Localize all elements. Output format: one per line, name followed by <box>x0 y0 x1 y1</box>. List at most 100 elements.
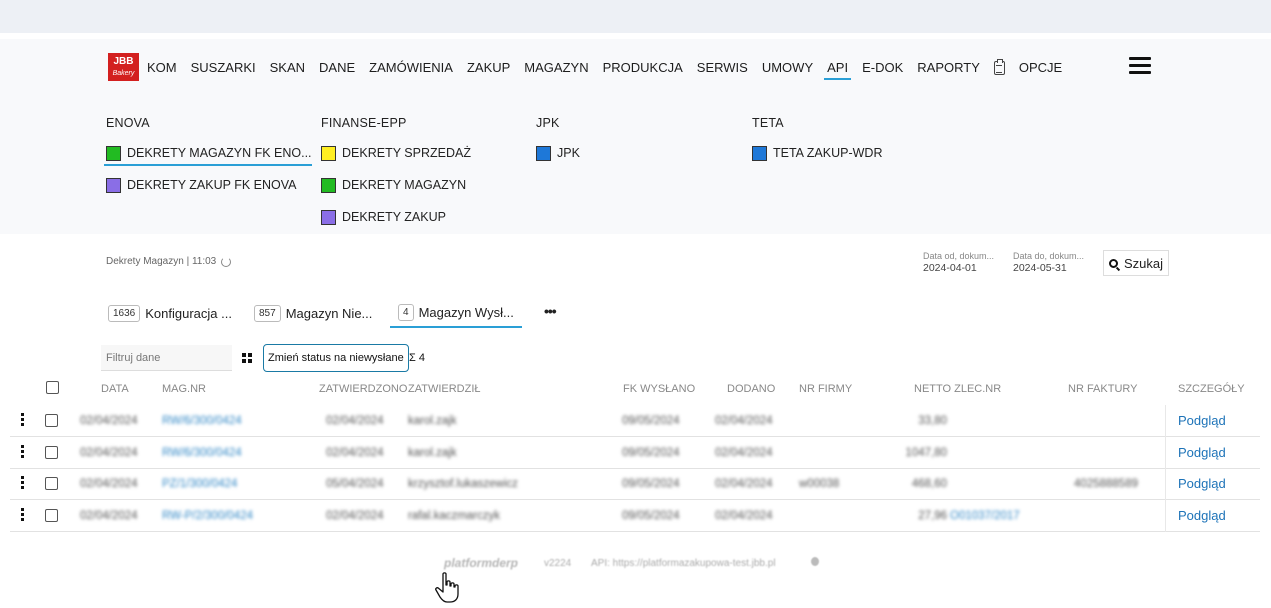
nav-item-suszarki[interactable]: SUSZARKI <box>191 60 256 75</box>
row-checkbox[interactable] <box>45 414 58 427</box>
submenu-column-enova: ENOVA DEKRETY MAGAZYN FK ENO... DEKRETY ZA… <box>104 116 312 208</box>
column-header-zatwierdzono[interactable]: ZATWIERDZONO <box>319 383 407 395</box>
date-from-field[interactable]: Data od, dokum... 2024-04-01 <box>923 250 994 274</box>
row-checkbox[interactable] <box>45 445 58 459</box>
browser-top-strip <box>0 0 1271 33</box>
cell-dodano: 02/04/2024 <box>715 509 773 522</box>
submenu-item-label: DEKRETY MAGAZYN <box>342 178 467 192</box>
detail-cell: Podgląd <box>1165 436 1260 469</box>
submenu-item[interactable]: TETA ZAKUP-WDR <box>752 144 883 162</box>
cell-zatwierdzono: 02/04/2024 <box>326 509 384 522</box>
jbb-logo[interactable]: JBB Bakery <box>108 53 139 81</box>
detail-cell: Podgląd <box>1165 405 1260 437</box>
cell-data: 02/04/2024 <box>80 415 138 427</box>
row-actions-kebab-icon[interactable] <box>21 444 24 460</box>
column-header-zatwierdzil[interactable]: ZATWIERDZIŁ <box>408 383 481 395</box>
nav-item-zam-wienia[interactable]: ZAMÓWIENIA <box>369 60 453 75</box>
clipboard-icon[interactable] <box>993 58 1005 75</box>
preview-link[interactable]: Podgląd <box>1178 476 1226 491</box>
cell-nr-faktury: 4025888589 <box>1074 478 1138 490</box>
row-checkbox[interactable] <box>45 508 58 522</box>
submenu-column-teta: TETA TETA ZAKUP-WDR <box>752 116 883 176</box>
nav-item-umowy[interactable]: UMOWY <box>762 60 813 75</box>
cell-zlec-nr[interactable]: O01037/2017 <box>950 510 1020 522</box>
change-status-button[interactable]: Zmień status na niewysłane <box>263 344 409 372</box>
nav-item-e-dok[interactable]: E-DOK <box>862 60 903 75</box>
tab-count-badge: 857 <box>254 304 281 322</box>
nav-item-serwis[interactable]: SERWIS <box>697 60 748 75</box>
nav-item-magazyn[interactable]: MAGAZYN <box>524 60 588 75</box>
nav-item-zakup[interactable]: ZAKUP <box>467 60 510 75</box>
cell-zatwierdzono: 02/04/2024 <box>326 415 384 427</box>
color-square-icon <box>106 145 121 161</box>
bug-report-icon[interactable] <box>811 557 819 566</box>
tab-konfiguracja[interactable]: 1636 Konfiguracja ... <box>108 298 232 328</box>
submenu-item-label: DEKRETY SPRZEDAŻ <box>342 146 471 160</box>
nav-item-opcje[interactable]: OPCJE <box>1019 60 1062 75</box>
submenu-item[interactable]: JPK <box>536 144 580 162</box>
date-to-value: 2024-05-31 <box>1013 262 1067 274</box>
table-row[interactable]: 02/04/2024 RW/6/300/0424 02/04/2024 karol.z… <box>10 405 1260 437</box>
table-row[interactable]: 02/04/2024 RW-P/2/300/0424 02/04/2024 rafal… <box>10 499 1260 532</box>
submenu-item-label: DEKRETY ZAKUP <box>342 210 446 224</box>
table-row[interactable]: 02/04/2024 RW/6/300/0424 02/04/2024 karol.z… <box>10 436 1260 469</box>
tab-count-badge: 4 <box>398 303 414 321</box>
date-to-field[interactable]: Data do, dokum... 2024-05-31 <box>1013 250 1084 274</box>
status-text: Dekrety Magazyn | 11:03 <box>106 256 217 267</box>
hand-pointer-cursor-icon <box>435 572 459 603</box>
hamburger-menu-icon[interactable] <box>1129 57 1151 75</box>
filter-input[interactable] <box>101 345 232 371</box>
nav-item-produkcja[interactable]: PRODUKCJA <box>603 60 683 75</box>
preview-link[interactable]: Podgląd <box>1178 413 1226 428</box>
refresh-icon[interactable] <box>221 256 232 267</box>
row-actions-kebab-icon[interactable] <box>21 507 24 523</box>
cell-mag-nr[interactable]: RW-P/2/300/0424 <box>162 510 253 522</box>
cell-mag-nr[interactable]: RW/6/300/0424 <box>162 415 242 427</box>
preview-link[interactable]: Podgląd <box>1178 445 1226 460</box>
submenu-item[interactable]: DEKRETY ZAKUP FK ENOVA <box>106 176 312 194</box>
submenu-item[interactable]: DEKRETY ZAKUP <box>321 208 471 226</box>
more-tabs-button[interactable]: ••• <box>544 303 557 319</box>
column-header-data[interactable]: DATA <box>101 383 129 395</box>
cell-nr-firmy: w00038 <box>799 478 840 490</box>
column-header-nr-faktury[interactable]: NR FAKTURY <box>1068 383 1137 395</box>
column-header-netto-zlec-nr[interactable]: NETTO ZLEC.NR <box>914 383 1001 395</box>
row-checkbox[interactable] <box>45 477 58 490</box>
row-actions-kebab-icon[interactable] <box>21 413 24 428</box>
select-all-checkbox[interactable] <box>46 381 59 394</box>
cell-mag-nr[interactable]: RW/6/300/0424 <box>162 447 242 459</box>
cell-mag-nr[interactable]: PZ/1/300/0424 <box>162 478 237 490</box>
column-header-fk-wyslano[interactable]: FK WYSŁANO <box>623 383 695 395</box>
search-button[interactable]: Szukaj <box>1103 250 1170 276</box>
tab-magazyn-niewyslane[interactable]: 857 Magazyn Nie... <box>254 298 372 328</box>
tab-label: Magazyn Nie... <box>285 305 373 321</box>
status-line: Dekrety Magazyn | 11:03 <box>106 256 232 267</box>
nav-item-raporty[interactable]: RAPORTY <box>917 60 980 75</box>
preview-link[interactable]: Podgląd <box>1178 508 1226 523</box>
submenu-item[interactable]: DEKRETY MAGAZYN <box>321 176 471 194</box>
cell-zatwierdzil: rafal.kaczmarczyk <box>408 509 501 522</box>
column-header-dodano[interactable]: DODANO <box>727 383 775 395</box>
submenu-item-label: JPK <box>557 146 580 160</box>
footer-api-url: API: https://platformazakupowa-test.jbb.… <box>591 558 776 569</box>
submenu-column-finanse-epp: FINANSE-EPP DEKRETY SPRZEDAŻ DEKRETY MAGAZ… <box>321 116 471 240</box>
cell-netto: 27,96 <box>918 509 947 522</box>
submenu-column-jpk: JPK JPK <box>536 116 580 176</box>
cell-zatwierdzil: karol.zajk <box>408 446 457 459</box>
nav-item-kom[interactable]: KOM <box>147 60 177 75</box>
cell-zatwierdzil: karol.zajk <box>408 415 457 427</box>
column-header-nr-firmy[interactable]: NR FIRMY <box>799 383 852 395</box>
nav-item-dane[interactable]: DANE <box>319 60 355 75</box>
row-actions-kebab-icon[interactable] <box>21 476 24 491</box>
nav-item-api[interactable]: API <box>824 60 852 80</box>
nav-item-skan[interactable]: SKAN <box>270 60 305 75</box>
tab-magazyn-wyslane[interactable]: 4 Magazyn Wysł... <box>390 298 522 328</box>
submenu-item[interactable]: DEKRETY SPRZEDAŻ <box>321 144 471 162</box>
submenu-item-label: DEKRETY MAGAZYN FK ENO... <box>127 146 312 160</box>
table-row[interactable]: 02/04/2024 PZ/1/300/0424 05/04/2024 krzyszt… <box>10 468 1260 500</box>
color-square-icon <box>106 177 121 193</box>
color-square-icon <box>321 177 336 193</box>
column-header-mag-nr[interactable]: MAG.NR <box>162 383 206 395</box>
submenu-item[interactable]: DEKRETY MAGAZYN FK ENO... <box>104 144 312 166</box>
grid-view-icon[interactable] <box>242 353 252 363</box>
